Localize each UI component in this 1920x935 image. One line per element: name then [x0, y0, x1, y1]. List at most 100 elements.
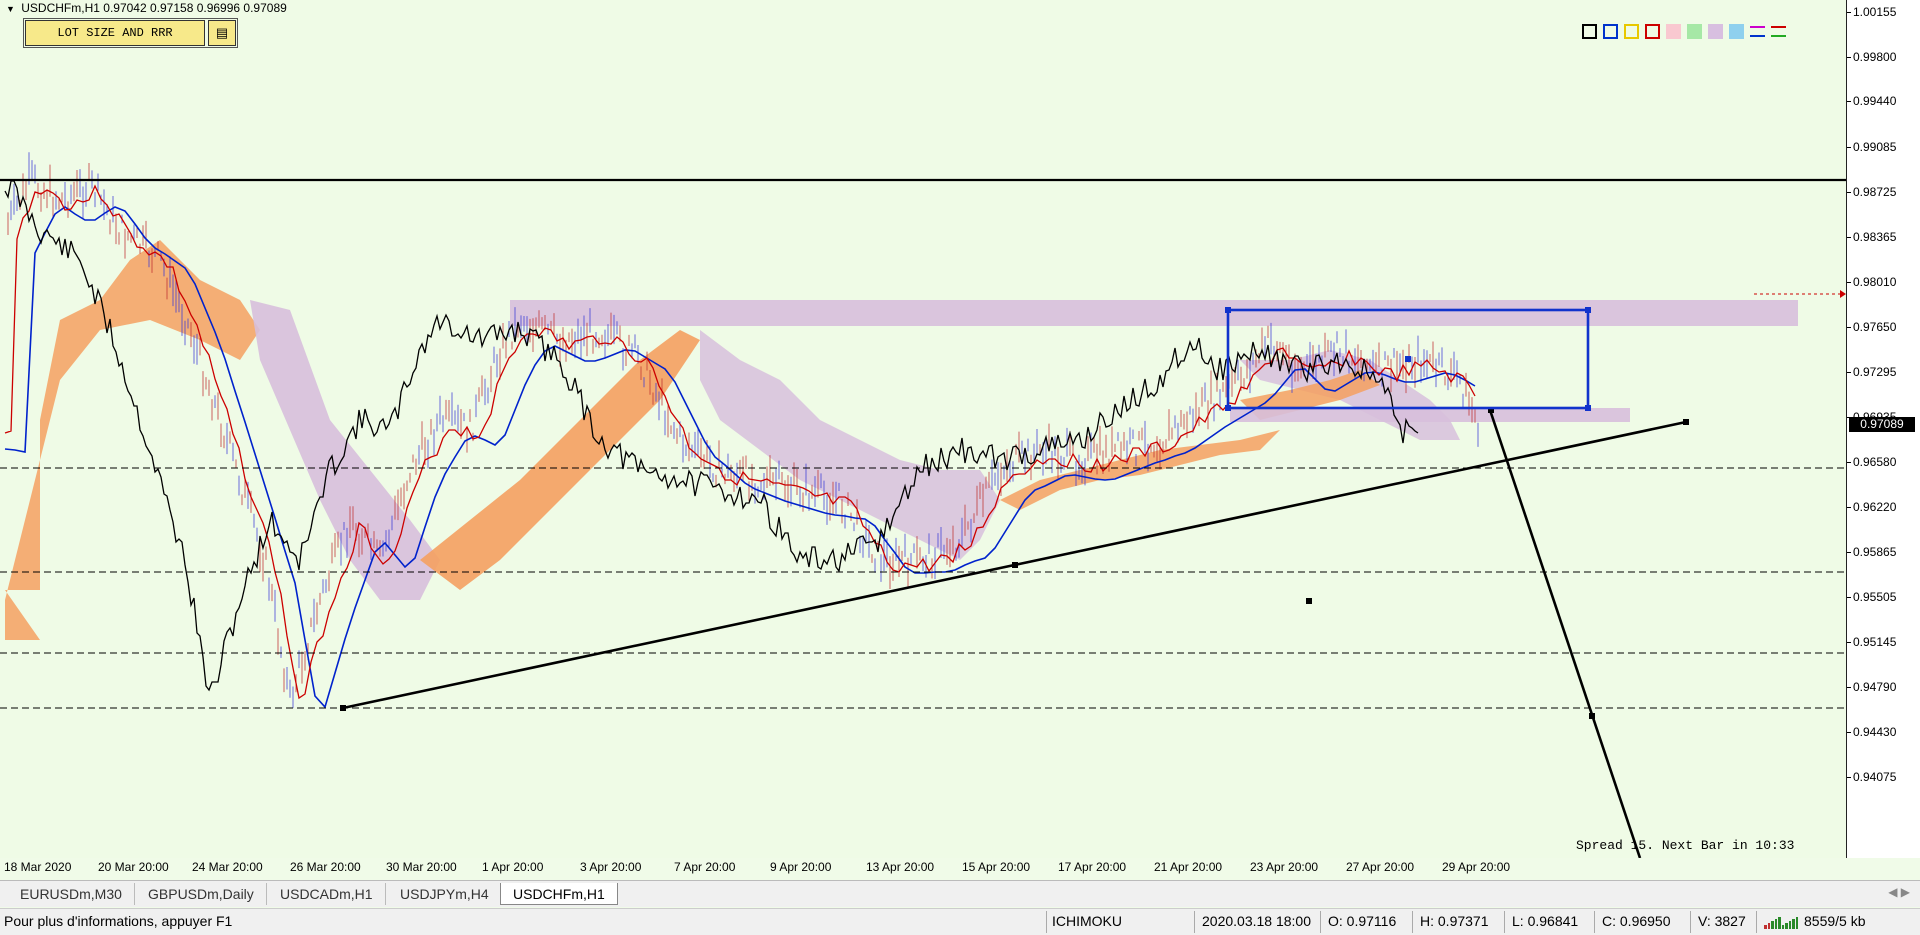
chart-tab[interactable]: GBPUSDm,Daily: [136, 883, 267, 905]
chart-tab[interactable]: EURUSDm,M30: [8, 883, 135, 905]
time-label: 20 Mar 20:00: [98, 860, 169, 874]
status-profile[interactable]: ICHIMOKU: [1052, 913, 1122, 929]
black-square-icon[interactable]: [1582, 24, 1597, 39]
spread-info: Spread 15. Next Bar in 10:33: [1576, 838, 1795, 853]
cyan-fill-icon[interactable]: [1729, 24, 1744, 39]
chart-area[interactable]: ▼ USDCHFm,H1 0.97042 0.97158 0.96996 0.9…: [0, 0, 1846, 858]
price-tick: [1847, 57, 1851, 58]
price-label: 0.96580: [1853, 455, 1897, 469]
status-volume: V: 3827: [1698, 913, 1746, 929]
time-label: 21 Apr 20:00: [1154, 860, 1223, 874]
price-tick: [1847, 642, 1851, 643]
price-label: 0.96220: [1853, 500, 1897, 514]
status-help: Pour plus d'informations, appuyer F1: [4, 913, 233, 929]
status-divider: [1412, 911, 1413, 933]
price-axis[interactable]: 1.00155 0.99800 0.99440 0.99085 0.98725 0.983…: [1846, 0, 1920, 858]
price-tick: [1847, 687, 1851, 688]
price-label: 0.94075: [1853, 770, 1897, 784]
price-tick: [1847, 237, 1851, 238]
lot-size-button[interactable]: LOT SIZE AND RRR: [25, 20, 205, 46]
status-divider: [1320, 911, 1321, 933]
symbol-name: USDCHFm,H1: [21, 1, 100, 15]
price-tick: [1847, 192, 1851, 193]
price-label: 0.95865: [1853, 545, 1897, 559]
box-handle: [1225, 405, 1231, 411]
price-label: 0.97295: [1853, 365, 1897, 379]
yellow-square-icon[interactable]: [1624, 24, 1639, 39]
status-divider: [1504, 911, 1505, 933]
magenta-line-icon[interactable]: [1750, 24, 1765, 39]
chart-tab[interactable]: USDJPYm,H4: [388, 883, 502, 905]
box-handle: [1225, 307, 1231, 313]
chart-tab[interactable]: USDCADm,H1: [268, 883, 386, 905]
status-divider: [1194, 911, 1195, 933]
time-label: 26 Mar 20:00: [290, 860, 361, 874]
price-tick: [1847, 12, 1851, 13]
price-label: 0.95145: [1853, 635, 1897, 649]
time-label: 9 Apr 20:00: [770, 860, 832, 874]
time-label: 15 Apr 20:00: [962, 860, 1031, 874]
price-tick: [1847, 552, 1851, 553]
status-traffic: 8559/5 kb: [1804, 913, 1866, 929]
price-label: 0.99800: [1853, 50, 1897, 64]
time-axis[interactable]: 18 Mar 2020 20 Mar 20:00 24 Mar 20:00 26 Ma…: [0, 858, 1846, 876]
time-label: 3 Apr 20:00: [580, 860, 642, 874]
time-label: 18 Mar 2020: [4, 860, 72, 874]
status-open: O: 0.97116: [1328, 913, 1397, 929]
kumo-cloud-bull: [420, 330, 700, 590]
status-high: H: 0.97371: [1420, 913, 1489, 929]
status-bar: Pour plus d'informations, appuyer F1 ICH…: [0, 908, 1920, 935]
price-tick: [1847, 101, 1851, 102]
symbol-ohlc: 0.97042 0.97158 0.96996 0.97089: [103, 1, 287, 15]
projection-line: [1488, 409, 1642, 858]
pink-fill-icon[interactable]: [1666, 24, 1681, 39]
status-divider: [1690, 911, 1691, 933]
price-label: 0.98010: [1853, 275, 1897, 289]
trendline-anchor: [340, 705, 346, 711]
calculator-icon[interactable]: ▤: [208, 20, 236, 46]
color-palette: [1582, 24, 1786, 39]
status-low: L: 0.96841: [1512, 913, 1579, 929]
status-divider: [1594, 911, 1595, 933]
blue-square-icon[interactable]: [1603, 24, 1618, 39]
time-label: 24 Mar 20:00: [192, 860, 263, 874]
status-divider: [1046, 911, 1047, 933]
status-divider: [1756, 911, 1757, 933]
green-fill-icon[interactable]: [1687, 24, 1702, 39]
red-square-icon[interactable]: [1645, 24, 1660, 39]
resistance-zone: [510, 300, 1798, 326]
chikou-line: [4, 180, 1419, 692]
price-label: 0.99085: [1853, 140, 1897, 154]
tab-scroll-arrows-icon[interactable]: ◀ ▶: [1888, 885, 1910, 899]
status-close: C: 0.96950: [1602, 913, 1671, 929]
price-tick: [1847, 462, 1851, 463]
price-label: 1.00155: [1853, 5, 1897, 19]
red-green-line-icon[interactable]: [1771, 24, 1786, 39]
projection-anchor: [1589, 713, 1595, 719]
price-tick: [1847, 327, 1851, 328]
time-label: 1 Apr 20:00: [482, 860, 544, 874]
price-label: 0.98365: [1853, 230, 1897, 244]
chart-canvas[interactable]: [0, 0, 1846, 858]
price-tick: [1847, 282, 1851, 283]
connection-status-icon[interactable]: [1764, 915, 1798, 929]
trendline-anchor: [1683, 419, 1689, 425]
kumo-cloud-bull: [1000, 430, 1280, 510]
kijun-line: [4, 206, 1476, 709]
price-label: 0.99440: [1853, 94, 1897, 108]
chart-tab-bar: EURUSDm,M30 GBPUSDm,Daily USDCADm,H1 USDJPY…: [0, 880, 1920, 907]
price-tick: [1847, 732, 1851, 733]
lilac-fill-icon[interactable]: [1708, 24, 1723, 39]
price-label: 0.98725: [1853, 185, 1897, 199]
time-label: 13 Apr 20:00: [866, 860, 935, 874]
price-tick: [1847, 507, 1851, 508]
time-label: 30 Mar 20:00: [386, 860, 457, 874]
support-zone: [1230, 408, 1630, 422]
symbol-header: ▼ USDCHFm,H1 0.97042 0.97158 0.96996 0.9…: [6, 1, 287, 15]
chart-tab[interactable]: USDCHFm,H1: [500, 883, 618, 905]
trendline-anchor: [1012, 562, 1018, 568]
status-datetime: 2020.03.18 18:00: [1202, 913, 1311, 929]
collapse-triangle-icon[interactable]: ▼: [6, 4, 15, 14]
time-label: 7 Apr 20:00: [674, 860, 736, 874]
price-tick: [1847, 777, 1851, 778]
